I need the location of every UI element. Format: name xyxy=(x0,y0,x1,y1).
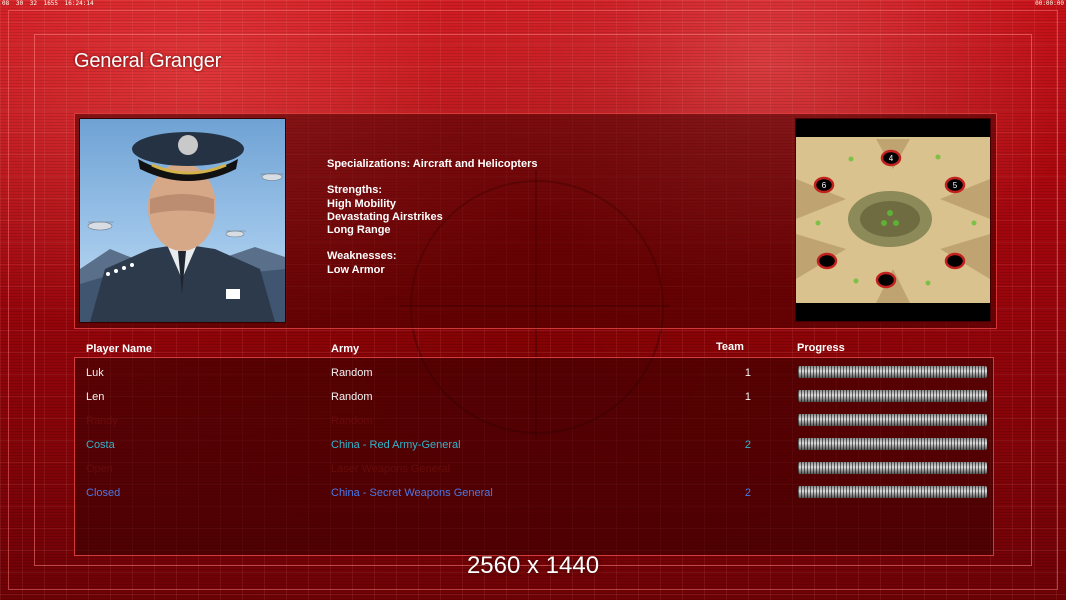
map-preview[interactable]: 4 6 5 xyxy=(795,118,991,322)
start-position-5: 5 xyxy=(953,181,958,190)
start-position-6: 6 xyxy=(822,181,827,190)
general-portrait xyxy=(79,118,286,323)
status-clock: 16:24:14 xyxy=(64,0,94,7)
strength-item: High Mobility xyxy=(327,197,397,210)
loading-progress-bar xyxy=(798,390,987,402)
resolution-caption: 2560 x 1440 xyxy=(466,552,600,579)
header-army: Army xyxy=(331,343,360,355)
strengths-heading: Strengths: xyxy=(327,184,382,197)
army-cell: Random xyxy=(331,391,373,403)
header-team: Team xyxy=(716,341,744,353)
start-position-4: 4 xyxy=(889,154,894,163)
player-name-cell: Open xyxy=(86,463,113,475)
army-cell: China - Red Army-General xyxy=(331,439,461,451)
army-cell: Random xyxy=(331,367,373,379)
player-name-cell: Costa xyxy=(86,439,115,451)
player-name-cell: Randy xyxy=(86,415,118,427)
army-cell: Laser Weapons General xyxy=(331,463,451,475)
player-name-cell: Luk xyxy=(86,367,104,379)
header-player-name: Player Name xyxy=(86,343,153,355)
status-bar: 08 30 32 1655 16:24:14 xyxy=(2,0,97,7)
weakness-item: Low Armor xyxy=(327,263,385,276)
weaknesses-heading: Weaknesses: xyxy=(327,250,397,263)
elapsed-clock: 00:00:00 xyxy=(1035,0,1064,7)
status-value: 1655 xyxy=(43,0,59,7)
status-value: 30 xyxy=(15,0,24,7)
status-value: 08 xyxy=(2,0,10,7)
general-title: General Granger xyxy=(74,50,222,72)
team-cell: 2 xyxy=(744,487,751,499)
army-cell: China - Secret Weapons General xyxy=(331,487,493,499)
player-name-cell: Closed xyxy=(86,487,121,499)
loading-progress-bar xyxy=(798,438,987,450)
strength-item: Long Range xyxy=(327,224,391,237)
loading-progress-bar xyxy=(798,414,987,426)
header-progress: Progress xyxy=(797,342,845,354)
team-cell: 2 xyxy=(744,439,751,451)
loading-progress-bar xyxy=(798,366,987,378)
strength-item: Devastating Airstrikes xyxy=(327,210,443,223)
loading-progress-bar xyxy=(798,462,987,474)
specialization-text: Specializations: Aircraft and Helicopter… xyxy=(327,158,538,170)
player-name-cell: Len xyxy=(86,391,105,403)
general-description: Specializations: Aircraft and Helicopter… xyxy=(327,158,537,277)
team-cell: 1 xyxy=(744,391,751,403)
status-value: 32 xyxy=(29,0,37,7)
player-table xyxy=(74,357,994,556)
team-cell: 1 xyxy=(744,367,751,379)
army-cell: Random xyxy=(331,415,373,427)
loading-progress-bar xyxy=(798,486,987,498)
